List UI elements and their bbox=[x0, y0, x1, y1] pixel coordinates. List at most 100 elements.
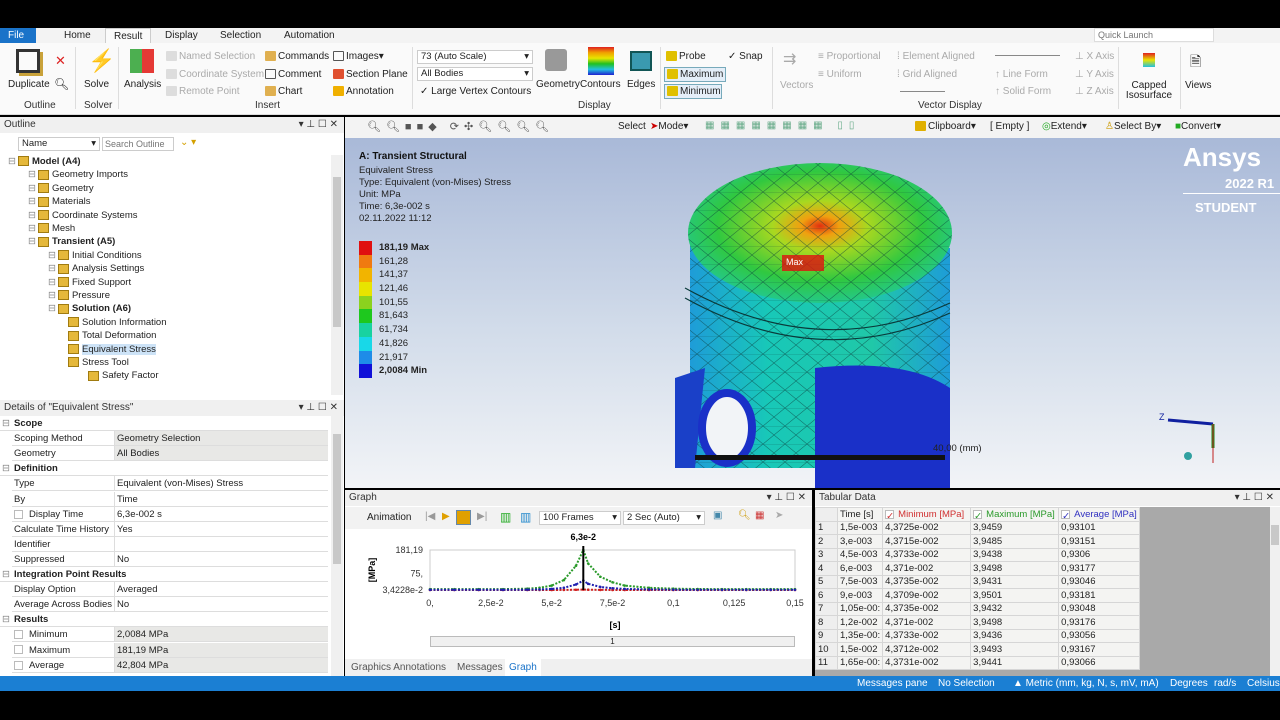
x-axis-button[interactable]: ⊥ X Axis bbox=[1075, 51, 1114, 62]
property-value[interactable]: Geometry Selection bbox=[114, 431, 328, 446]
details-row[interactable]: Scoping Method Geometry Selection bbox=[12, 431, 328, 447]
tab-home[interactable]: Home bbox=[56, 28, 99, 43]
tree-item[interactable]: ⊟ Analysis Settings bbox=[48, 262, 144, 275]
panel-controls[interactable]: ▾ ⊥ ☐ ✕ bbox=[299, 400, 338, 416]
tab-automation[interactable]: Automation bbox=[276, 28, 343, 43]
annotation-button[interactable]: Annotation bbox=[333, 86, 394, 97]
contours-button[interactable]: Contours bbox=[580, 79, 621, 90]
quick-launch-input[interactable] bbox=[1094, 28, 1214, 42]
table-row[interactable]: 7 1,05e-00: 4,3735e-002 3,9432 0,93048 bbox=[815, 601, 1140, 616]
axis-triad[interactable]: Z bbox=[1153, 408, 1223, 478]
property-value[interactable]: Time bbox=[114, 491, 328, 506]
details-row[interactable]: Maximum 181,19 MPa bbox=[12, 642, 328, 658]
tab-result[interactable]: Result bbox=[105, 28, 152, 43]
tree-item[interactable]: ⊟ Coordinate Systems bbox=[28, 209, 138, 222]
time-slider[interactable]: 1 bbox=[430, 636, 795, 647]
col-time[interactable]: Time [s] bbox=[836, 507, 884, 522]
details-row[interactable]: Display Option Averaged bbox=[12, 582, 328, 598]
table-row[interactable]: 8 1,2e-002 4,371e-002 3,9498 0,93176 bbox=[815, 615, 1140, 630]
bodies-select[interactable]: All Bodies ▾ bbox=[417, 67, 533, 81]
tab-graphics-annotations[interactable]: Graphics Annotations bbox=[351, 662, 446, 673]
tree-item[interactable]: Solution Information bbox=[68, 316, 167, 329]
geometry-button[interactable]: Geometry bbox=[536, 79, 580, 90]
table-row[interactable]: 6 9,e-003 4,3709e-002 3,9501 0,93181 bbox=[815, 588, 1140, 603]
distributed-frames-icon[interactable]: ▥ bbox=[500, 510, 511, 524]
tab-selection[interactable]: Selection bbox=[212, 28, 269, 43]
previous-frame-button[interactable]: |◀ bbox=[425, 511, 435, 522]
search-icon[interactable]: 🔍︎ bbox=[54, 77, 69, 91]
property-value[interactable]: Yes bbox=[114, 521, 328, 536]
mode-button[interactable]: ➤Mode▾ bbox=[650, 121, 688, 132]
named-selection-button[interactable]: Named Selection bbox=[166, 51, 255, 62]
grid-aligned-button[interactable]: ⁞ Grid Aligned bbox=[897, 69, 957, 80]
details-scrollbar[interactable] bbox=[331, 416, 343, 676]
large-vertex-contours-checkbox[interactable]: ✓ Large Vertex Contours bbox=[420, 86, 531, 97]
frames-select[interactable]: 100 Frames ▾ bbox=[539, 511, 621, 525]
table-row[interactable]: 9 1,35e-00: 4,3733e-002 3,9436 0,93056 bbox=[815, 628, 1140, 643]
details-row[interactable]: Geometry All Bodies bbox=[12, 446, 328, 462]
outline-filter-select[interactable]: Name ▾ bbox=[18, 137, 100, 151]
pan-icon[interactable]: ➤ bbox=[775, 510, 783, 521]
details-section[interactable]: Integration Point Results bbox=[0, 567, 328, 582]
details-row[interactable]: Calculate Time History Yes bbox=[12, 521, 328, 537]
table-row[interactable]: 2 3,e-003 4,3715e-002 3,9485 0,93151 bbox=[815, 534, 1140, 549]
extend-button[interactable]: ◎Extend▾ bbox=[1042, 121, 1087, 132]
uniform-button[interactable]: ≡ Uniform bbox=[818, 69, 862, 80]
outline-scrollbar[interactable] bbox=[331, 155, 343, 395]
maximum-button[interactable]: Maximum bbox=[664, 67, 727, 82]
vector-density-slider[interactable] bbox=[995, 55, 1060, 56]
commands-button[interactable]: Commands bbox=[265, 51, 329, 62]
remote-point-button[interactable]: Remote Point bbox=[166, 86, 240, 97]
property-value[interactable]: Equivalent (von-Mises) Stress bbox=[114, 476, 328, 491]
panel-controls[interactable]: ▾ ⊥ ☐ ✕ bbox=[767, 490, 806, 506]
details-row[interactable]: Type Equivalent (von-Mises) Stress bbox=[12, 476, 328, 492]
next-frame-button[interactable]: ▶| bbox=[477, 511, 487, 522]
tree-item[interactable]: ⊟ Materials bbox=[28, 195, 91, 208]
messages-pane-status[interactable]: Messages pane bbox=[857, 678, 928, 689]
capped-isosurface-button[interactable]: Capped Isosurface bbox=[1124, 81, 1174, 101]
tree-item[interactable]: Total Deformation bbox=[68, 329, 156, 342]
tab-messages[interactable]: Messages bbox=[457, 662, 503, 673]
tabular-scrollbar[interactable] bbox=[1270, 507, 1280, 676]
details-section[interactable]: Results bbox=[0, 612, 328, 628]
panel-controls[interactable]: ▾ ⊥ ☐ ✕ bbox=[1235, 490, 1274, 506]
graphics-viewport[interactable]: A: Transient Structural Equivalent Stres… bbox=[345, 138, 1280, 488]
proportional-button[interactable]: ≡ Proportional bbox=[818, 51, 881, 62]
tab-display[interactable]: Display bbox=[157, 28, 206, 43]
tree-item[interactable]: ⊟ Mesh bbox=[28, 222, 75, 235]
tab-file[interactable]: File bbox=[0, 28, 36, 43]
tree-item[interactable]: ⊟ Pressure bbox=[48, 289, 110, 302]
edges-button[interactable]: Edges bbox=[627, 79, 655, 90]
col-average[interactable]: ✓ Average [MPa] bbox=[1058, 507, 1140, 522]
outline-search-input[interactable] bbox=[102, 137, 174, 151]
solve-button[interactable]: Solve bbox=[84, 79, 109, 90]
property-value[interactable] bbox=[114, 536, 328, 551]
line-form-button[interactable]: ↑ Line Form bbox=[995, 69, 1048, 80]
stop-button[interactable] bbox=[456, 510, 471, 525]
images-button[interactable]: Images▾ bbox=[333, 51, 384, 62]
rotation-unit-status[interactable]: rad/s bbox=[1214, 678, 1236, 689]
chart-button[interactable]: Chart bbox=[265, 86, 302, 97]
property-value[interactable]: 2,0084 MPa bbox=[114, 627, 328, 642]
solid-form-button[interactable]: ↑ Solid Form bbox=[995, 86, 1051, 97]
property-value[interactable]: 181,19 MPa bbox=[114, 642, 328, 657]
table-row[interactable]: 4 6,e-003 4,371e-002 3,9498 0,93177 bbox=[815, 561, 1140, 576]
tree-item[interactable]: Equivalent Stress bbox=[68, 343, 156, 356]
details-row[interactable]: By Time bbox=[12, 491, 328, 507]
probe-button[interactable]: Probe bbox=[666, 51, 706, 62]
angle-unit-status[interactable]: Degrees bbox=[1170, 678, 1208, 689]
tree-item[interactable]: ⊟ Geometry bbox=[28, 182, 94, 195]
table-row[interactable]: 5 7,5e-003 4,3735e-002 3,9431 0,93046 bbox=[815, 574, 1140, 589]
duplicate-button[interactable]: Duplicate bbox=[8, 79, 50, 90]
property-value[interactable]: 42,804 MPa bbox=[114, 657, 328, 672]
clipboard-button[interactable]: Clipboard▾ bbox=[915, 121, 976, 132]
property-value[interactable]: No bbox=[114, 551, 328, 566]
table-row[interactable]: 11 1,65e-00: 4,3731e-002 3,9441 0,93066 bbox=[815, 655, 1140, 670]
table-row[interactable]: 1 1,5e-003 4,3725e-002 3,9459 0,93101 bbox=[815, 520, 1140, 535]
export-video-icon[interactable]: ▣ bbox=[713, 510, 722, 521]
tree-item[interactable]: ⊟ Initial Conditions bbox=[48, 249, 142, 262]
tree-item[interactable]: Safety Factor bbox=[88, 369, 159, 382]
scale-select[interactable]: 73 (Auto Scale) ▾ bbox=[417, 50, 533, 64]
zoom-graph-icon[interactable]: 🔍︎ bbox=[738, 510, 751, 521]
comment-button[interactable]: Comment bbox=[265, 69, 321, 80]
